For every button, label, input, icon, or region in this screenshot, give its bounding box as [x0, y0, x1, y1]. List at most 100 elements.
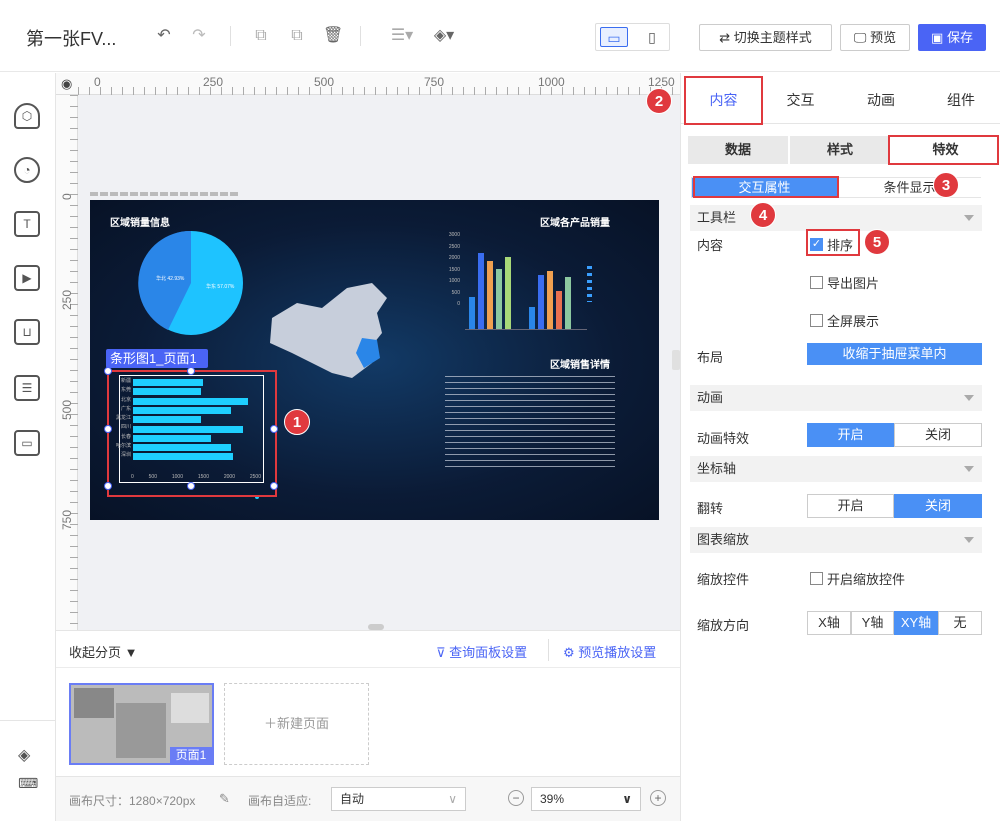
vbar-legend [587, 266, 592, 302]
fit-select[interactable]: 自动 ∨ [331, 787, 466, 811]
panel-splitter-handle[interactable] [672, 350, 680, 370]
resize-handle[interactable] [187, 482, 195, 490]
flip-off-button[interactable]: 关闭 [894, 494, 982, 518]
zoom-out-icon[interactable]: − [508, 790, 524, 806]
vbar-chart[interactable] [465, 252, 587, 330]
inbox-icon[interactable]: ⊔ [14, 319, 40, 345]
resize-handle[interactable] [104, 367, 112, 375]
chevron-down-icon [964, 215, 974, 221]
page-thumbnail[interactable]: 页面1 [69, 683, 214, 765]
media-icon[interactable]: ▶ [14, 265, 40, 291]
tab-component[interactable]: 组件 [921, 78, 1000, 123]
selected-bar-chart-highlight[interactable]: 新疆 东莞 北京 广东 黑龙江 四川 长春 哈尔滨 深圳 0 500 1000 1500 2000 250… [107, 370, 277, 497]
layers-icon[interactable]: ◈ [18, 745, 30, 765]
ruler-label: 250 [60, 289, 74, 310]
checkbox-label: 开启缩放控件 [827, 572, 906, 587]
zoom-dir-xy[interactable]: XY轴 [894, 611, 938, 635]
checkbox-box [810, 276, 823, 289]
pie-chart-icon[interactable]: ◔ [14, 157, 40, 183]
keyboard-icon[interactable]: ⌨ [18, 775, 38, 792]
hbar-categories: 新疆 东莞 北京 广东 黑龙江 四川 长春 哈尔滨 深圳 [114, 377, 131, 461]
copy-icon[interactable]: ⧉ [252, 27, 270, 45]
section-axis[interactable]: 坐标轴 [690, 456, 982, 482]
filter-icon: ⊽ [436, 645, 446, 660]
subtab-style[interactable]: 样式 [790, 136, 890, 164]
zoom-dir-none[interactable]: 无 [938, 611, 982, 635]
redo-icon[interactable]: ↷ [190, 27, 208, 45]
eye-icon[interactable]: ◉ [61, 76, 72, 92]
checkbox-export-image[interactable]: 导出图片 [810, 273, 879, 292]
resize-handle[interactable] [187, 367, 195, 375]
component-sidebar: ⬡ ◔ T ▶ ⊔ ☰ ▭ ◈ ⌨ [0, 73, 56, 821]
tab-interaction[interactable]: 交互 [763, 78, 838, 123]
thumb-block [74, 688, 114, 718]
save-button[interactable]: ▣ 保存 [918, 24, 986, 51]
page-title[interactable]: 第一张FV... [26, 25, 116, 51]
query-panel-settings[interactable]: ⊽ 查询面板设置 [436, 642, 527, 661]
section-toolbar[interactable]: 工具栏 [690, 205, 982, 231]
hbar [133, 406, 231, 414]
xtick: 2000 [223, 474, 235, 480]
label-anim-effect: 动画特效 [697, 431, 750, 446]
section-animation[interactable]: 动画 [690, 385, 982, 411]
gear-icon: ⚙ [563, 645, 575, 660]
table-icon[interactable]: ☰ [14, 375, 40, 401]
mobile-icon[interactable]: ▯ [638, 27, 666, 47]
pie-chart[interactable]: 华北 42.93% 华东 57.07% [138, 230, 244, 336]
switch-theme-button[interactable]: ⇄ 切换主题样式 [699, 24, 832, 51]
checkbox-zoom-control[interactable]: 开启缩放控件 [810, 569, 905, 588]
ruler-left: 0 250 500 750 [56, 95, 78, 630]
vbar [478, 253, 484, 329]
edit-icon[interactable]: ✎ [219, 791, 230, 807]
anim-on-button[interactable]: 开启 [807, 423, 894, 447]
text-icon[interactable]: T [14, 211, 40, 237]
detail-table[interactable] [445, 376, 615, 472]
layout-select[interactable]: 收缩于抽屉菜单内 [807, 343, 982, 365]
preview-play-settings[interactable]: ⚙ 预览播放设置 [563, 642, 656, 661]
anim-off-button[interactable]: 关闭 [894, 423, 982, 447]
layer-icon[interactable]: ◈▾ [430, 27, 458, 45]
resize-handle[interactable] [104, 425, 112, 433]
hbar-category: 长春 [120, 433, 131, 440]
archive-icon[interactable]: ▭ [14, 430, 40, 456]
undo-icon[interactable]: ↶ [155, 27, 173, 45]
seg-tab-condition-display[interactable]: 条件显示 [837, 178, 982, 197]
section-title: 图表缩放 [697, 532, 750, 547]
zoom-in-icon[interactable]: + [650, 790, 666, 806]
delete-icon[interactable]: 🗑 [323, 27, 343, 45]
selected-component-label[interactable]: 条形图1_页面1 [106, 349, 208, 368]
hbar-category: 黑龙江 [115, 415, 131, 422]
checkbox-fullscreen[interactable]: 全屏展示 [810, 311, 879, 330]
table-title: 区域销售详情 [550, 360, 610, 371]
ytick: 500 [451, 289, 460, 296]
flip-on-button[interactable]: 开启 [807, 494, 894, 518]
pie-label-north: 华北 42.93% [156, 275, 185, 282]
section-title: 工具栏 [697, 210, 737, 225]
section-zoom[interactable]: 图表缩放 [690, 527, 982, 553]
collapse-pages-button[interactable]: 收起分页 ▼ [69, 642, 138, 661]
xtick: 0 [131, 474, 134, 480]
status-footer: 画布尺寸：1280×720px ✎ 画布自适应: 自动 ∨ − 39% ∨ + [56, 776, 680, 821]
new-page-button[interactable]: ＋新建页面 [224, 683, 369, 765]
paste-icon[interactable]: ⧉ [288, 27, 306, 45]
cube-icon[interactable]: ⬡ [14, 103, 40, 129]
tab-animation[interactable]: 动画 [841, 78, 921, 123]
pie-label-east: 华东 57.07% [206, 283, 235, 290]
hbar-category: 四川 [120, 424, 131, 431]
highlight-sort [806, 229, 860, 256]
highlight-subtab-effects [888, 135, 999, 165]
resize-handle[interactable] [104, 482, 112, 490]
zoom-dir-y[interactable]: Y轴 [851, 611, 894, 635]
zoom-dir-x[interactable]: X轴 [807, 611, 851, 635]
align-icon[interactable]: ☰▾ [388, 27, 416, 45]
desktop-icon[interactable]: ▭ [600, 27, 628, 47]
annotation-badge-1: 1 [284, 409, 310, 435]
annotation-badge-4: 4 [750, 202, 776, 228]
vbar [487, 261, 493, 329]
preview-button[interactable]: 🖵 预览 [840, 24, 910, 51]
zoom-select[interactable]: 39% ∨ [531, 787, 641, 811]
subtab-data[interactable]: 数据 [688, 136, 788, 164]
ruler-label: 1250 [648, 75, 675, 89]
resize-handle[interactable] [270, 482, 278, 490]
resize-handle[interactable] [270, 425, 278, 433]
